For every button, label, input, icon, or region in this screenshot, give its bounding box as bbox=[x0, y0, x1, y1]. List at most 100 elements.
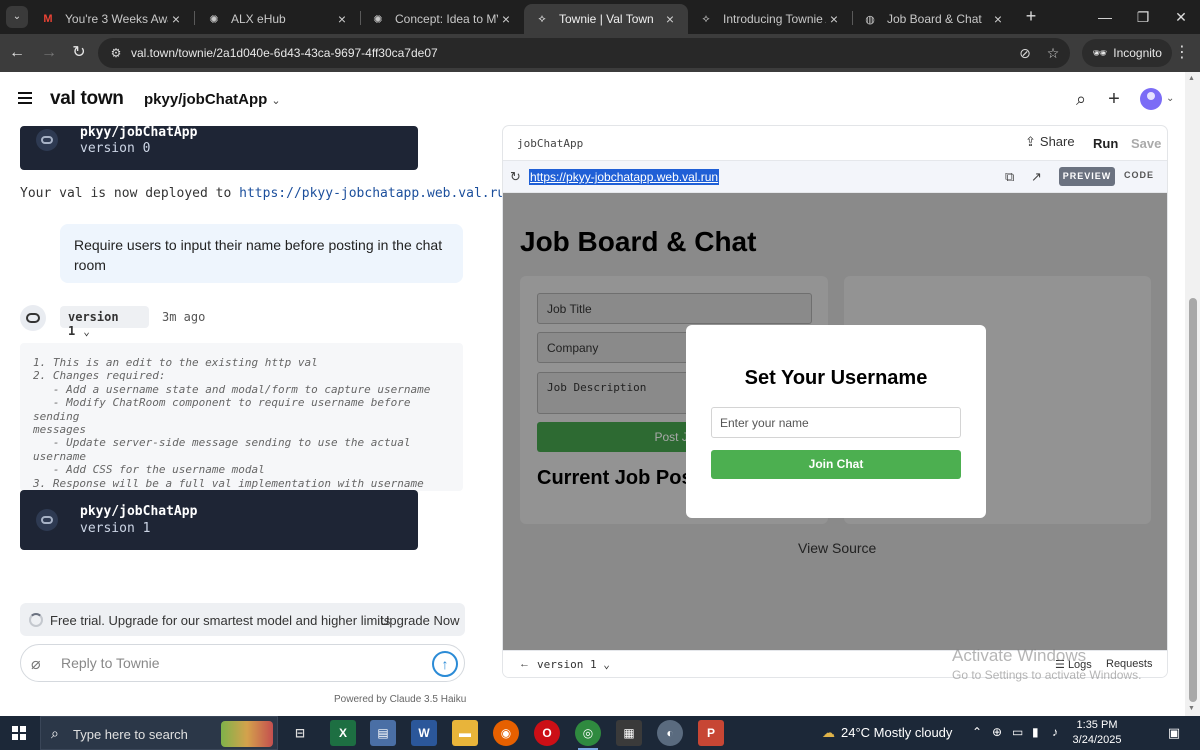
footer-version-select[interactable]: version 1 ⌄ bbox=[537, 658, 610, 671]
job-title-field[interactable]: Job Title bbox=[537, 293, 812, 324]
url-text[interactable]: val.town/townie/2a1d040e-6d43-43ca-9697-… bbox=[131, 46, 438, 60]
clock[interactable]: 1:35 PM 3/24/2025 bbox=[1072, 718, 1122, 748]
chat-icon[interactable]: ▭ bbox=[1012, 725, 1023, 739]
reply-input[interactable] bbox=[61, 646, 421, 680]
computer-icon[interactable]: ▤ bbox=[370, 720, 396, 746]
forward-arrow-icon[interactable]: → bbox=[38, 42, 60, 64]
modal-title: Set Your Username bbox=[744, 367, 928, 389]
opera-icon[interactable]: O bbox=[534, 720, 560, 746]
browser-menu-icon[interactable]: ⋮ bbox=[1174, 42, 1190, 62]
pdf-app-icon[interactable]: P bbox=[698, 720, 724, 746]
close-tab-icon[interactable]: × bbox=[168, 11, 184, 27]
clock-time: 1:35 PM bbox=[1076, 719, 1118, 731]
task-view-icon[interactable]: ⊟ bbox=[287, 720, 313, 746]
network-icon[interactable]: ⊕ bbox=[992, 725, 1002, 739]
preview-url-link[interactable]: https://pkyy-jobchatapp.web.val.run bbox=[529, 169, 720, 185]
share-button[interactable]: ⇪ Share bbox=[1025, 134, 1075, 150]
scroll-up-arrow-icon[interactable]: ▲ bbox=[1188, 75, 1195, 82]
preview-tab[interactable]: PREVIEW bbox=[1059, 167, 1115, 186]
deploy-card-version-1[interactable]: pkyy/jobChatApp version 1 bbox=[20, 490, 418, 550]
word-icon[interactable]: W bbox=[411, 720, 437, 746]
tab-gmail[interactable]: M You're 3 Weeks Away fro × bbox=[30, 4, 194, 34]
refresh-icon[interactable]: ↻ bbox=[510, 169, 521, 185]
preview-panel: jobChatApp ⇪ Share Run Save ↻ https://pky… bbox=[503, 126, 1167, 677]
close-tab-icon[interactable]: × bbox=[990, 11, 1006, 27]
new-tab-button[interactable]: + bbox=[1020, 6, 1042, 28]
tab-townie[interactable]: ⟡ Townie | Val Town × bbox=[524, 4, 688, 34]
username-input[interactable] bbox=[711, 407, 961, 438]
incognito-icon: 🕶 bbox=[1092, 46, 1108, 60]
close-tab-icon[interactable]: × bbox=[826, 11, 842, 27]
bookmark-star-icon[interactable]: ☆ bbox=[1044, 44, 1062, 62]
tab-concept[interactable]: ✺ Concept: Idea to MVP w × bbox=[360, 4, 524, 34]
windows-taskbar: ⌕ Type here to search ⊟ X ▤ W ▬ ◉ O ◎ ▦ … bbox=[0, 716, 1200, 750]
tab-alx-ehub[interactable]: ✺ ALX eHub × bbox=[196, 4, 360, 34]
tab-title: Job Board & Chat bbox=[887, 12, 982, 26]
site-info-icon[interactable]: ⚙ bbox=[108, 45, 124, 61]
back-arrow-icon[interactable]: ← bbox=[6, 42, 28, 64]
close-tab-icon[interactable]: × bbox=[498, 11, 514, 27]
calendar-app-icon[interactable]: ▦ bbox=[616, 720, 642, 746]
remote-desktop-icon[interactable]: ◐ bbox=[657, 720, 683, 746]
view-source-link[interactable]: View Source bbox=[798, 540, 876, 556]
browser-tab-strip: ⌄ M You're 3 Weeks Away fro × ✺ ALX eHub… bbox=[0, 0, 1200, 34]
project-switcher[interactable]: pkyy/jobChatApp ⌄ bbox=[144, 91, 281, 108]
windows-start-icon[interactable] bbox=[12, 726, 26, 740]
version-dropdown[interactable]: version 1 ⌄ bbox=[60, 306, 149, 338]
incognito-badge[interactable]: 🕶 Incognito bbox=[1082, 39, 1172, 67]
watermark-line-2: Go to Settings to activate Windows. bbox=[952, 668, 1142, 682]
address-bar[interactable]: ⚙ val.town/townie/2a1d040e-6d43-43ca-969… bbox=[98, 38, 1070, 68]
search-icon[interactable]: ⌕ bbox=[1070, 88, 1092, 110]
paperclip-icon[interactable]: ⌀ bbox=[31, 654, 41, 674]
deployed-url-link[interactable]: https://pkyy-jobchatapp.web.val.run bbox=[239, 186, 513, 201]
assistant-plan-text: 1. This is an edit to the existing http … bbox=[20, 343, 463, 503]
val-town-logo[interactable]: val town bbox=[50, 88, 124, 110]
battery-icon[interactable]: ▮ bbox=[1032, 725, 1039, 739]
excel-icon[interactable]: X bbox=[330, 720, 356, 746]
run-button[interactable]: Run bbox=[1093, 136, 1118, 151]
chevron-down-icon: ⌄ bbox=[271, 95, 281, 107]
send-arrow-icon[interactable]: ↑ bbox=[432, 651, 458, 677]
firefox-icon[interactable]: ◉ bbox=[493, 720, 519, 746]
tab-job-board[interactable]: ◍ Job Board & Chat × bbox=[852, 4, 1016, 34]
user-avatar[interactable] bbox=[1140, 88, 1162, 110]
save-button[interactable]: Save bbox=[1131, 136, 1161, 151]
join-chat-button[interactable]: Join Chat bbox=[711, 450, 961, 479]
eye-slash-icon[interactable]: ⊘ bbox=[1016, 44, 1034, 62]
close-tab-icon[interactable]: × bbox=[334, 11, 350, 27]
message-timestamp: 3m ago bbox=[162, 310, 206, 324]
code-tab[interactable]: CODE bbox=[1124, 170, 1154, 180]
copy-icon[interactable]: ⧉ bbox=[1005, 169, 1014, 185]
minimize-button[interactable]: — bbox=[1086, 0, 1124, 34]
restore-button[interactable]: ❐ bbox=[1124, 0, 1162, 34]
volume-icon[interactable]: ♪ bbox=[1052, 725, 1058, 739]
preview-val-name: jobChatApp bbox=[517, 137, 584, 150]
tab-title: Concept: Idea to MVP w bbox=[395, 12, 498, 26]
search-highlight-image bbox=[221, 721, 273, 747]
deploy-card-version: version 1 bbox=[80, 521, 151, 536]
file-explorer-icon[interactable]: ▬ bbox=[452, 720, 478, 746]
incognito-label: Incognito bbox=[1113, 46, 1162, 60]
upgrade-now-link[interactable]: Upgrade Now bbox=[380, 613, 460, 628]
back-arrow-icon[interactable]: ← bbox=[519, 658, 530, 670]
close-tab-icon[interactable]: × bbox=[662, 11, 678, 27]
tab-search-button[interactable]: ⌄ bbox=[6, 6, 28, 28]
taskbar-search-box[interactable]: ⌕ Type here to search bbox=[40, 716, 278, 750]
page-scrollbar-thumb[interactable] bbox=[1189, 298, 1197, 702]
plus-icon[interactable]: + bbox=[1103, 88, 1125, 110]
notification-icon[interactable]: ▣ bbox=[1164, 723, 1184, 743]
chevron-down-icon: ⌄ bbox=[83, 325, 90, 338]
scroll-down-arrow-icon[interactable]: ▼ bbox=[1188, 705, 1195, 712]
chevron-up-icon[interactable]: ⌃ bbox=[972, 725, 982, 739]
weather-widget[interactable]: ☁ 24°C Mostly cloudy bbox=[822, 725, 952, 741]
window-close-button[interactable]: ✕ bbox=[1162, 0, 1200, 34]
tab-introducing-townie[interactable]: ⟡ Introducing Townie AI × bbox=[688, 4, 852, 34]
hamburger-menu-icon[interactable] bbox=[18, 92, 32, 104]
reload-icon[interactable]: ↻ bbox=[68, 42, 90, 64]
clock-date: 3/24/2025 bbox=[1072, 734, 1122, 746]
open-external-icon[interactable]: ↗ bbox=[1031, 169, 1042, 185]
deploy-card-version-0[interactable]: pkyy/jobChatApp version 0 bbox=[20, 125, 418, 170]
tab-title: Introducing Townie AI bbox=[723, 12, 826, 26]
chevron-down-icon[interactable]: ⌄ bbox=[1166, 93, 1174, 104]
chrome-icon[interactable]: ◎ bbox=[575, 720, 601, 750]
